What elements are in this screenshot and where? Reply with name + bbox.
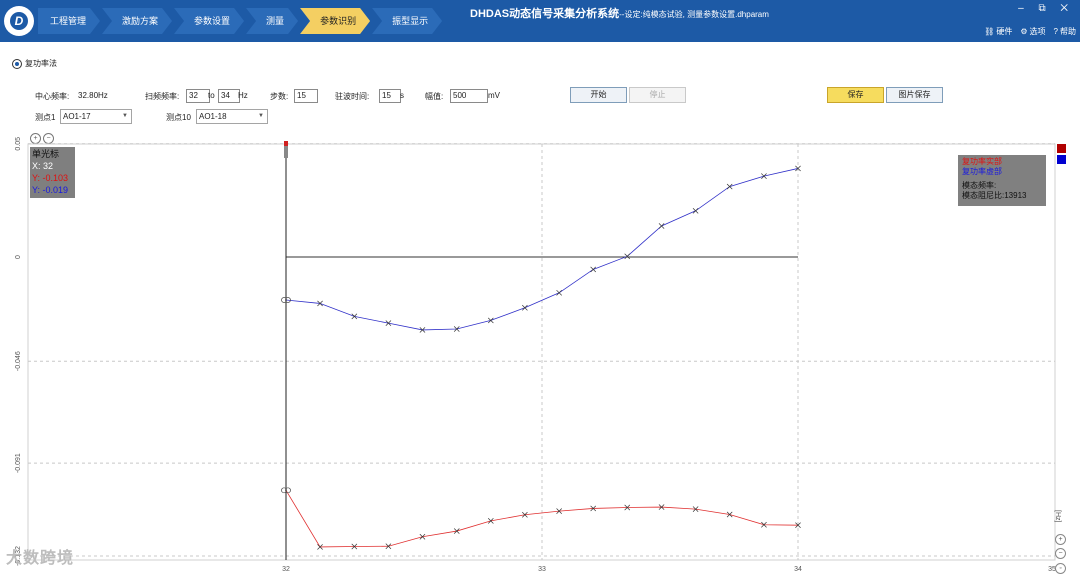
- y-tick-label: 0.05: [15, 137, 22, 151]
- x-tick-label: 34: [794, 566, 802, 573]
- cursor-x: X: 32: [32, 161, 54, 171]
- x-tick-label: 33: [538, 566, 546, 573]
- imag-series-swatch[interactable]: [1057, 155, 1066, 164]
- reset-icon[interactable]: ◦: [1055, 563, 1066, 574]
- cursor-handle: [284, 141, 288, 146]
- watermark: 大数跨境: [6, 550, 75, 567]
- hz-unit-label: [Hz]: [1054, 510, 1061, 523]
- zoom-in-icon[interactable]: +: [1055, 534, 1066, 545]
- real-series-swatch[interactable]: [1057, 144, 1066, 153]
- cursor-y-imag: Y: -0.019: [32, 185, 69, 195]
- y-tick-label: -0.046: [15, 351, 22, 371]
- data-point: [590, 266, 597, 273]
- data-point: [726, 183, 733, 190]
- data-point: [556, 289, 562, 296]
- data-point: [624, 253, 631, 260]
- legend-imag: 复功率虚部: [962, 167, 1002, 176]
- modal-damp-row: 模态阻尼比:13913: [962, 191, 1042, 201]
- cursor-handle-body: [284, 146, 288, 158]
- data-point: [761, 173, 767, 179]
- data-point: [487, 317, 494, 324]
- modal-freq-label: 模态频率:: [962, 181, 997, 190]
- modal-damp-label: 模态阻尼比:: [962, 191, 1005, 200]
- data-point: [692, 207, 699, 214]
- cursor-title: 单光标: [32, 149, 60, 159]
- modal-value: 13913: [1004, 191, 1027, 200]
- chart-legend: 复功率实部 复功率虚部 模态频率: 模态阻尼比:13913: [958, 155, 1046, 206]
- data-point: [522, 304, 528, 311]
- y-tick-label: -0.091: [15, 453, 22, 473]
- chart-area[interactable]: 0.050-0.046-0.091-0.13232 33 34 35: [0, 0, 1080, 578]
- x-tick-label: 32: [282, 566, 290, 573]
- cursor-readout[interactable]: 单光标 X: 32 Y: -0.103 Y: -0.019: [30, 147, 75, 198]
- y-tick-label: 0: [15, 255, 22, 259]
- cursor-y-real: Y: -0.103: [32, 173, 69, 183]
- data-point: [658, 223, 665, 229]
- legend-real: 复功率实部: [962, 157, 1002, 166]
- zoom-out-icon[interactable]: −: [1055, 548, 1066, 559]
